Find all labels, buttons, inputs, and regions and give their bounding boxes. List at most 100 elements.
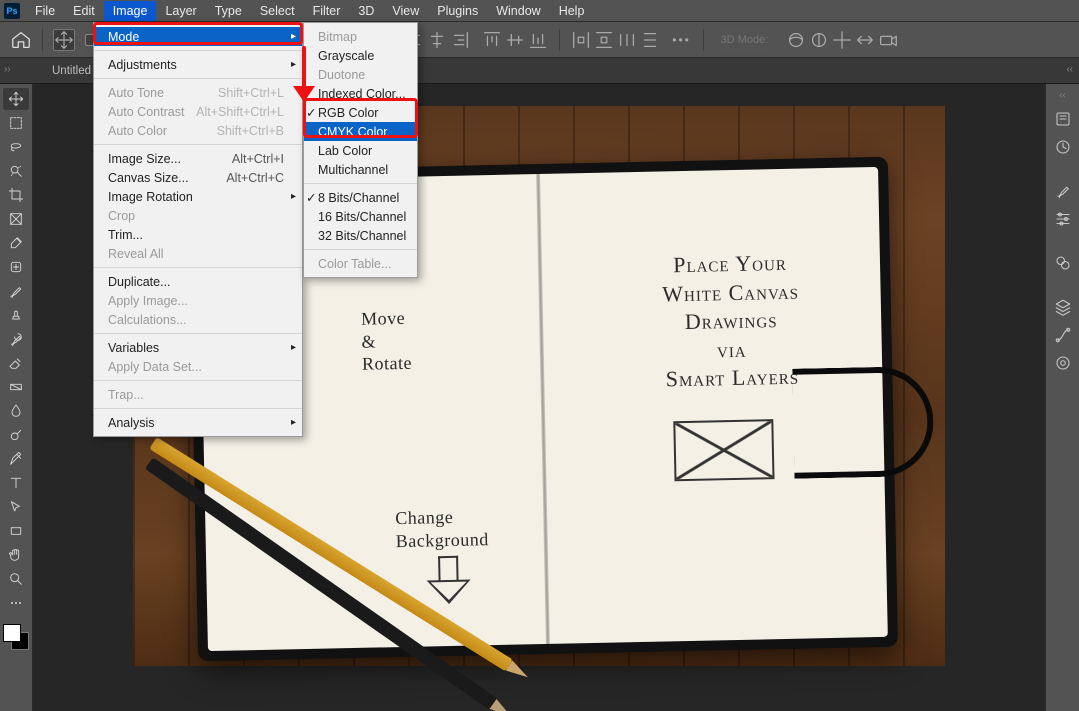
menu-item-duplicate[interactable]: Duplicate...: [94, 272, 302, 291]
mode-cmyk[interactable]: CMYK Color: [304, 122, 417, 141]
3d-pan-icon[interactable]: [831, 29, 853, 51]
3d-orbit-icon[interactable]: [785, 29, 807, 51]
app-logo: Ps: [4, 3, 20, 19]
type-tool[interactable]: [3, 472, 29, 494]
menu-filter[interactable]: Filter: [304, 1, 350, 21]
frame-tool[interactable]: [3, 208, 29, 230]
menu-view[interactable]: View: [383, 1, 428, 21]
color-swatches[interactable]: [3, 624, 29, 650]
home-button[interactable]: [10, 30, 32, 50]
menu-item-trap[interactable]: Trap...: [94, 385, 302, 404]
ellipsis-icon: •••: [672, 33, 691, 47]
menu-item-apply-data-set[interactable]: Apply Data Set...: [94, 357, 302, 376]
mode-duotone[interactable]: Duotone: [304, 65, 417, 84]
menu-item-auto-contrast[interactable]: Auto Contrast Alt+Shift+Ctrl+L: [94, 102, 302, 121]
menu-item-canvas-size[interactable]: Canvas Size... Alt+Ctrl+C: [94, 168, 302, 187]
path-select-tool[interactable]: [3, 496, 29, 518]
menu-window[interactable]: Window: [487, 1, 549, 21]
menu-edit[interactable]: Edit: [64, 1, 104, 21]
mode-32bit[interactable]: 32 Bits/Channel: [304, 226, 417, 245]
submenu-caret-icon: ▸: [291, 342, 296, 353]
align-center-h-icon[interactable]: [426, 29, 448, 51]
quick-select-tool[interactable]: [3, 160, 29, 182]
more-align-icon[interactable]: •••: [671, 29, 693, 51]
eyedropper-tool[interactable]: [3, 232, 29, 254]
menu-item-analysis[interactable]: Analysis▸: [94, 413, 302, 432]
rect-marquee-tool[interactable]: [3, 112, 29, 134]
menu-item-calculations[interactable]: Calculations...: [94, 310, 302, 329]
swatches-panel-icon[interactable]: [1051, 251, 1075, 275]
menu-item-variables[interactable]: Variables▸: [94, 338, 302, 357]
menu-item-auto-tone[interactable]: Auto Tone Shift+Ctrl+L: [94, 83, 302, 102]
hand-tool[interactable]: [3, 544, 29, 566]
dock-handle-right-icon[interactable]: ‹‹: [1066, 64, 1073, 75]
menu-item-apply-image[interactable]: Apply Image...: [94, 291, 302, 310]
menu-item-image-size[interactable]: Image Size... Alt+Ctrl+I: [94, 149, 302, 168]
channels-panel-icon[interactable]: [1051, 351, 1075, 375]
3d-roll-icon[interactable]: [808, 29, 830, 51]
move-tool[interactable]: [3, 88, 29, 110]
foreground-color-swatch[interactable]: [3, 624, 21, 642]
mode-lab[interactable]: Lab Color: [304, 141, 417, 160]
move-tool-indicator[interactable]: [53, 29, 75, 51]
3d-slide-icon[interactable]: [854, 29, 876, 51]
menu-file[interactable]: File: [26, 1, 64, 21]
crop-tool[interactable]: [3, 184, 29, 206]
menu-select[interactable]: Select: [251, 1, 304, 21]
mode-color-table[interactable]: Color Table...: [304, 254, 417, 273]
distribute-v-icon[interactable]: [593, 29, 615, 51]
menu-item-image-rotation[interactable]: Image Rotation▸: [94, 187, 302, 206]
gradient-tool[interactable]: [3, 376, 29, 398]
layers-panel-icon[interactable]: [1051, 295, 1075, 319]
brush-settings-panel-icon[interactable]: [1051, 207, 1075, 231]
menu-image[interactable]: Image: [104, 1, 157, 21]
learn-panel-icon[interactable]: [1051, 107, 1075, 131]
mode-multichannel[interactable]: Multichannel: [304, 160, 417, 179]
align-bottom-icon[interactable]: [527, 29, 549, 51]
align-top-icon[interactable]: [481, 29, 503, 51]
zoom-tool[interactable]: [3, 568, 29, 590]
menu-3d[interactable]: 3D: [349, 1, 383, 21]
menu-type[interactable]: Type: [206, 1, 251, 21]
dock-handle-icon[interactable]: ‹‹: [1059, 90, 1066, 101]
mode-indexed[interactable]: Indexed Color...: [304, 84, 417, 103]
mode-8bit[interactable]: ✓8 Bits/Channel: [304, 188, 417, 207]
distribute-h-icon[interactable]: [570, 29, 592, 51]
mode-rgb[interactable]: ✓RGB Color: [304, 103, 417, 122]
dock-handle-icon[interactable]: ››: [4, 64, 11, 75]
menu-help[interactable]: Help: [550, 1, 594, 21]
menu-layer[interactable]: Layer: [156, 1, 205, 21]
dodge-tool[interactable]: [3, 424, 29, 446]
blur-tool[interactable]: [3, 400, 29, 422]
paths-panel-icon[interactable]: [1051, 323, 1075, 347]
brushes-panel-icon[interactable]: [1051, 179, 1075, 203]
edit-toolbar-tool[interactable]: [3, 592, 29, 614]
3d-camera-icon[interactable]: [877, 29, 899, 51]
menu-item-auto-color[interactable]: Auto Color Shift+Ctrl+B: [94, 121, 302, 140]
distribute-space-h-icon[interactable]: [616, 29, 638, 51]
mode-bitmap[interactable]: Bitmap: [304, 27, 417, 46]
pen-tool[interactable]: [3, 448, 29, 470]
brush-tool[interactable]: [3, 280, 29, 302]
menu-item-reveal-all[interactable]: Reveal All: [94, 244, 302, 263]
history-brush-tool[interactable]: [3, 328, 29, 350]
mode-grayscale[interactable]: Grayscale: [304, 46, 417, 65]
rectangle-tool[interactable]: [3, 520, 29, 542]
sketch-text-change-bg: Change Background: [395, 505, 489, 552]
align-right-icon[interactable]: [449, 29, 471, 51]
check-icon: ✓: [306, 190, 316, 205]
lasso-tool[interactable]: [3, 136, 29, 158]
menu-item-trim[interactable]: Trim...: [94, 225, 302, 244]
history-panel-icon[interactable]: [1051, 135, 1075, 159]
menu-plugins[interactable]: Plugins: [428, 1, 487, 21]
mode-16bit[interactable]: 16 Bits/Channel: [304, 207, 417, 226]
3d-mode-button[interactable]: 3D Mode:: [714, 31, 776, 49]
stamp-tool[interactable]: [3, 304, 29, 326]
menu-item-mode[interactable]: Mode▸: [94, 27, 302, 46]
distribute-space-v-icon[interactable]: [639, 29, 661, 51]
menu-item-crop[interactable]: Crop: [94, 206, 302, 225]
menu-item-adjustments[interactable]: Adjustments▸: [94, 55, 302, 74]
align-center-v-icon[interactable]: [504, 29, 526, 51]
eraser-tool[interactable]: [3, 352, 29, 374]
heal-tool[interactable]: [3, 256, 29, 278]
